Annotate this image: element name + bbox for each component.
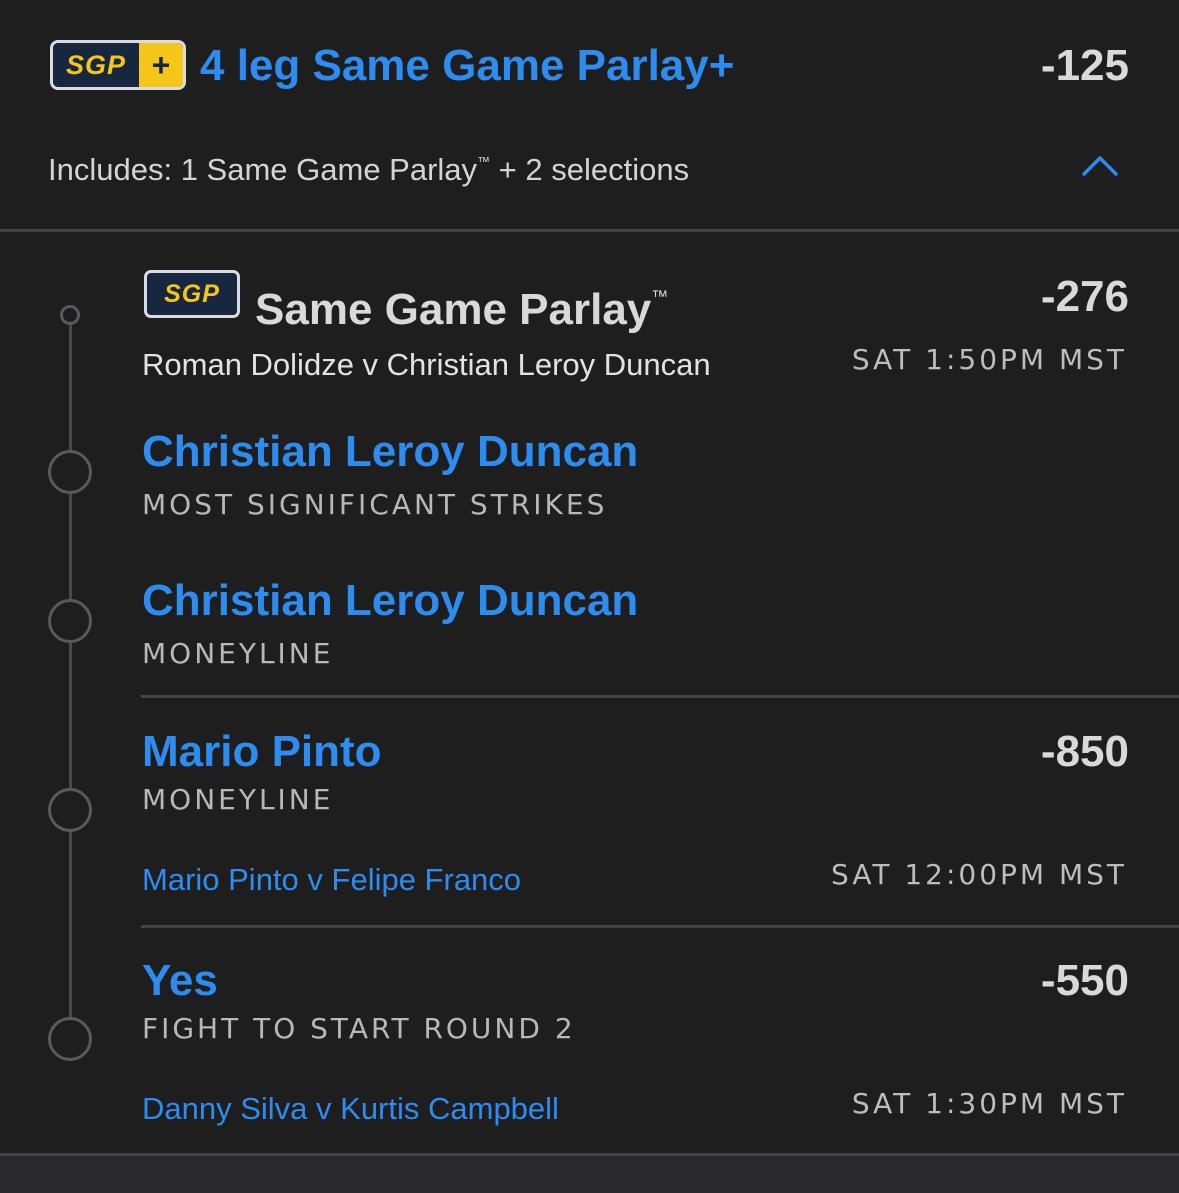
sgp-game-time: SAT 1:50PM MST bbox=[851, 343, 1127, 376]
parlay-title: 4 leg Same Game Parlay+ bbox=[200, 41, 735, 90]
timeline-node bbox=[48, 450, 92, 494]
timeline-node bbox=[48, 599, 92, 643]
sgp-title: Same Game Parlay™ bbox=[255, 268, 668, 339]
sgp-plus-badge-label: SGP bbox=[65, 49, 127, 80]
sgp-trademark: ™ bbox=[651, 287, 669, 306]
selection-2-market: FIGHT TO START ROUND 2 bbox=[142, 1012, 576, 1045]
selection-2-game-time: SAT 1:30PM MST bbox=[851, 1087, 1127, 1120]
sgp-badge-label: SGP bbox=[164, 279, 220, 308]
sgp-leg-1-market: MOST SIGNIFICANT STRIKES bbox=[142, 488, 608, 521]
includes-suffix: + 2 selections bbox=[490, 152, 690, 187]
sgp-leg-1-selection[interactable]: Christian Leroy Duncan bbox=[142, 424, 638, 480]
selection-1-matchup[interactable]: Mario Pinto v Felipe Franco bbox=[142, 858, 521, 902]
sgp-leg-2-selection[interactable]: Christian Leroy Duncan bbox=[142, 573, 638, 629]
parlay-odds: -125 bbox=[1040, 41, 1129, 90]
selection-2-matchup[interactable]: Danny Silva v Kurtis Campbell bbox=[142, 1087, 559, 1131]
sgp-leg-2-market: MONEYLINE bbox=[142, 637, 334, 670]
leg-divider bbox=[141, 925, 1179, 928]
selection-1-name[interactable]: Mario Pinto bbox=[142, 724, 382, 780]
selection-2-odds: -550 bbox=[1040, 956, 1129, 1005]
timeline-node bbox=[48, 788, 92, 832]
timeline-start-node bbox=[60, 305, 80, 325]
sgp-plus-badge-plus: + bbox=[139, 43, 183, 87]
selection-1-odds: -850 bbox=[1040, 727, 1129, 776]
includes-prefix: Includes: 1 Same Game Parlay bbox=[48, 152, 478, 187]
chevron-up-icon[interactable] bbox=[1080, 150, 1120, 178]
leg-divider bbox=[141, 695, 1179, 698]
selection-2-name[interactable]: Yes bbox=[142, 953, 218, 1009]
sgp-odds: -276 bbox=[1040, 272, 1129, 321]
sgp-badge: SGP bbox=[144, 270, 240, 318]
timeline-line bbox=[69, 316, 72, 1038]
timeline-node bbox=[48, 1017, 92, 1061]
sgp-title-text: Same Game Parlay bbox=[255, 285, 652, 334]
selection-1-market: MONEYLINE bbox=[142, 783, 334, 816]
trademark-mark: ™ bbox=[477, 154, 491, 169]
sgp-matchup: Roman Dolidze v Christian Leroy Duncan bbox=[142, 347, 711, 382]
selection-1-game-time: SAT 12:00PM MST bbox=[831, 858, 1127, 891]
header-divider bbox=[0, 229, 1179, 232]
footer-band bbox=[0, 1153, 1179, 1193]
sgp-plus-badge: SGP + bbox=[50, 40, 186, 90]
includes-summary: Includes: 1 Same Game Parlay™ + 2 select… bbox=[48, 140, 689, 192]
